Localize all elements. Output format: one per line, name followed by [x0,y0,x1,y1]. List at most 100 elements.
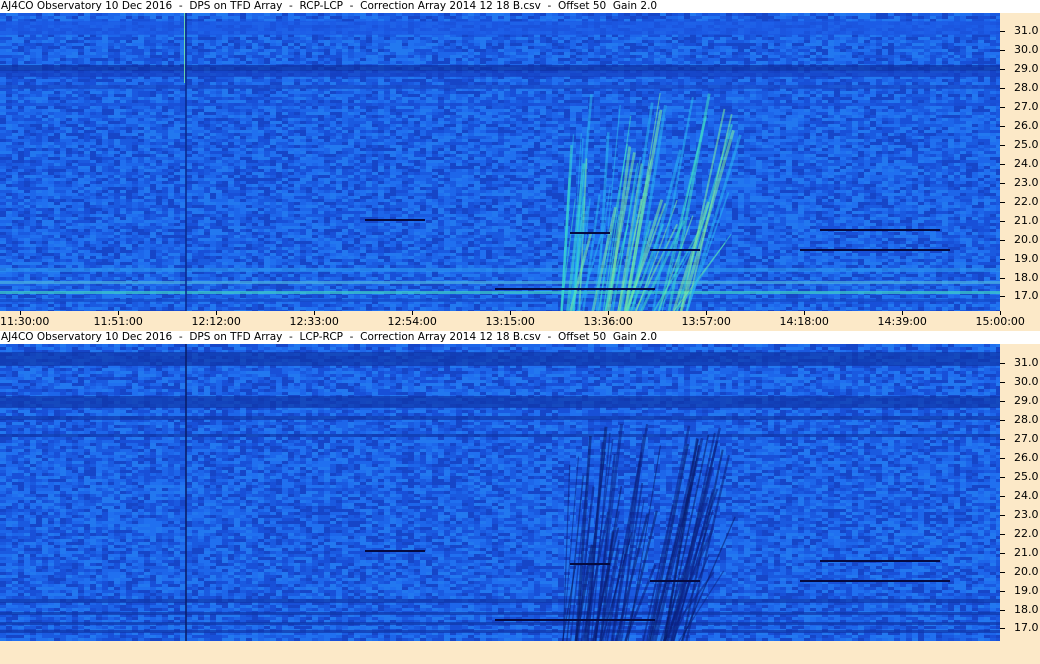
band [0,612,1000,615]
band [0,268,1000,272]
y-tick [1000,628,1005,629]
y-tick [1000,88,1005,89]
band [0,85,1000,89]
x-tick-label: 11:30:00 [0,316,49,328]
y-tick [1000,296,1005,297]
spectrogram-image [0,13,1000,311]
y-tick-label: 17.0 [1014,622,1039,634]
y-tick-label: 21.0 [1014,215,1039,227]
band [0,281,1000,284]
bottom-chart-title: AJ4CO Observatory 10 Dec 2016 - DPS on T… [0,331,1040,344]
y-tick [1000,534,1005,535]
band [0,291,1000,294]
band [0,402,1000,408]
vertical-artifact [185,344,187,641]
bottom-spectrogram[interactable] [0,344,1000,641]
x-tick-label: 12:12:00 [192,316,241,328]
y-tick-label: 28.0 [1014,414,1039,426]
band [0,352,1000,366]
band [0,622,1000,625]
x-tick-label: 13:57:00 [682,316,731,328]
y-tick [1000,259,1005,260]
top-chart-title: AJ4CO Observatory 10 Dec 2016 - DPS on T… [0,0,1040,13]
y-tick-label: 29.0 [1014,395,1039,407]
y-tick [1000,107,1005,108]
band [0,21,1000,35]
x-tick-label: 12:33:00 [290,316,339,328]
y-tick-label: 21.0 [1014,547,1039,559]
y-tick-label: 20.0 [1014,234,1039,246]
y-tick [1000,221,1005,222]
y-tick [1000,69,1005,70]
noise-field [0,13,1000,311]
y-tick [1000,164,1005,165]
y-tick-label: 31.0 [1014,357,1039,369]
y-tick [1000,496,1005,497]
y-tick [1000,591,1005,592]
y-tick [1000,515,1005,516]
x-tick-label: 11:51:00 [94,316,143,328]
y-tick [1000,240,1005,241]
band [0,299,1000,302]
y-tick [1000,420,1005,421]
y-tick-label: 29.0 [1014,63,1039,75]
band [0,71,1000,77]
y-tick-label: 28.0 [1014,82,1039,94]
y-tick-label: 24.0 [1014,158,1039,170]
y-tick [1000,572,1005,573]
y-tick-label: 25.0 [1014,139,1039,151]
y-tick [1000,401,1005,402]
y-tick-label: 18.0 [1014,272,1039,284]
band [0,65,1000,71]
y-tick-label: 27.0 [1014,433,1039,445]
band [0,630,1000,633]
bottom-frequency-axis: 31.0 30.0 29.0 28.0 27.0 26.0 25.0 24.0 23.0 22.0… [1000,344,1040,641]
y-tick-label: 26.0 [1014,452,1039,464]
y-tick-label: 23.0 [1014,177,1039,189]
y-tick [1000,126,1005,127]
y-tick [1000,458,1005,459]
band [0,416,1000,420]
band [0,396,1000,402]
y-tick [1000,477,1005,478]
band [0,599,1000,603]
y-tick-label: 24.0 [1014,490,1039,502]
bottom-axis-band [0,641,1040,664]
noise-field [0,344,1000,641]
y-tick [1000,50,1005,51]
y-tick-label: 20.0 [1014,566,1039,578]
y-tick-label: 19.0 [1014,253,1039,265]
x-tick-label: 13:15:00 [486,316,535,328]
y-tick-label: 26.0 [1014,120,1039,132]
y-tick [1000,382,1005,383]
y-tick-label: 18.0 [1014,604,1039,616]
x-tick-label: 15:00:00 [976,316,1025,328]
y-tick-label: 22.0 [1014,196,1039,208]
spectrogram-image [0,344,1000,641]
y-tick-label: 27.0 [1014,101,1039,113]
y-tick [1000,439,1005,440]
y-tick-label: 30.0 [1014,44,1039,56]
vertical-artifact [185,13,187,311]
top-frequency-axis: 31.0 30.0 29.0 28.0 27.0 26.0 25.0 24.0 23.0 22.0… [1000,13,1040,311]
y-tick [1000,183,1005,184]
y-tick-label: 31.0 [1014,25,1039,37]
y-tick-label: 17.0 [1014,290,1039,302]
top-spectrogram[interactable] [0,13,1000,311]
y-tick-label: 25.0 [1014,471,1039,483]
x-tick-label: 12:54:00 [388,316,437,328]
time-axis: 11:30:00 11:51:00 12:12:00 12:33:00 12:54:00… [0,311,1040,331]
y-tick [1000,278,1005,279]
vertical-artifact [184,13,185,83]
x-tick-label: 14:18:00 [780,316,829,328]
y-tick-label: 19.0 [1014,585,1039,597]
y-tick [1000,202,1005,203]
y-tick [1000,363,1005,364]
x-tick-label: 13:36:00 [584,316,633,328]
y-tick-label: 22.0 [1014,528,1039,540]
y-tick [1000,610,1005,611]
y-tick [1000,31,1005,32]
y-tick [1000,145,1005,146]
y-tick [1000,553,1005,554]
band [0,434,1000,437]
